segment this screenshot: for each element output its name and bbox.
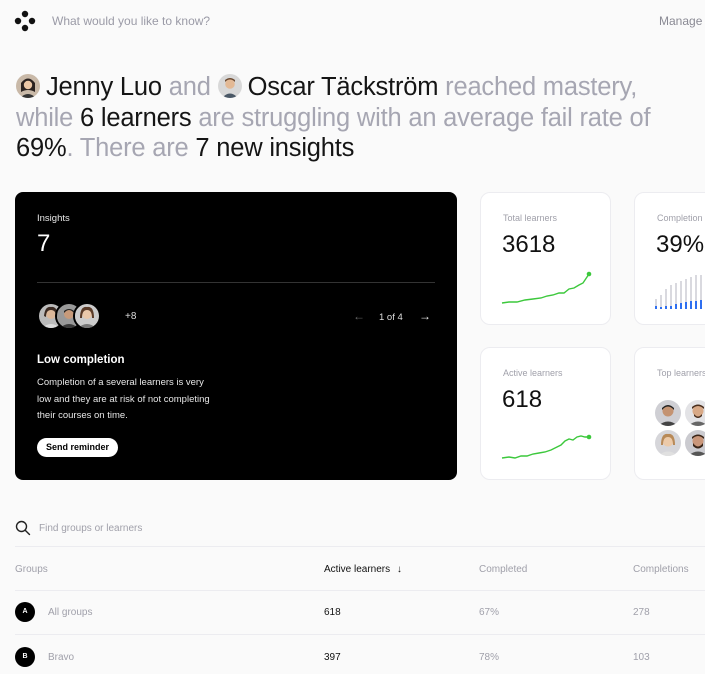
total-learners-label: Total learners xyxy=(503,213,558,223)
completed-cell: 78% xyxy=(479,652,500,663)
column-header-completions[interactable]: Completions xyxy=(633,564,689,575)
insight-title: Low completion xyxy=(37,354,125,366)
search-icon xyxy=(15,520,31,536)
avatar xyxy=(73,302,101,330)
active-learners-cell: 618 xyxy=(324,607,341,618)
more-learners-count: +8 xyxy=(125,311,137,322)
top-learners-card[interactable]: Top learners xyxy=(634,347,705,480)
completions-cell: 278 xyxy=(633,607,650,618)
new-insights-count[interactable]: 7 new insights xyxy=(195,134,354,162)
bar xyxy=(695,301,697,309)
bar xyxy=(690,301,692,309)
person-name-1[interactable]: Jenny Luo xyxy=(46,73,162,101)
divider xyxy=(15,546,705,547)
summary-headline: Jenny Luo and Oscar Täckström reached ma… xyxy=(16,72,696,164)
active-learners-cell: 397 xyxy=(324,652,341,663)
column-header-groups[interactable]: Groups xyxy=(15,564,48,575)
avatar[interactable] xyxy=(685,430,705,456)
headline-while: while xyxy=(16,103,74,132)
column-header-completed[interactable]: Completed xyxy=(479,564,527,575)
sort-arrow-icon: ↓ xyxy=(396,564,402,575)
person-name-2[interactable]: Oscar Täckström xyxy=(248,73,439,101)
completions-cell: 103 xyxy=(633,652,650,663)
bar xyxy=(680,303,682,309)
active-learners-value: 618 xyxy=(502,386,543,413)
struggling-learners-count[interactable]: 6 learners xyxy=(80,104,192,132)
bar xyxy=(655,306,657,309)
active-learners-sparkline xyxy=(501,434,592,459)
headline-and: and xyxy=(168,73,211,101)
table-row[interactable]: B Bravo 397 78% 103 xyxy=(0,635,705,674)
headline-struggling: are struggling with an average fail rate xyxy=(198,103,623,132)
avatar-jenny[interactable] xyxy=(16,74,40,98)
table-row[interactable]: A All groups 618 67% 278 xyxy=(0,591,705,635)
pager-text: 1 of 4 xyxy=(379,312,403,323)
bar xyxy=(700,300,702,309)
prev-arrow-icon[interactable]: ← xyxy=(353,309,365,323)
top-learners-label: Top learners xyxy=(657,368,705,378)
divider xyxy=(37,282,435,283)
completed-cell: 67% xyxy=(479,607,500,618)
bar xyxy=(685,302,687,309)
total-learners-sparkline xyxy=(501,271,592,304)
next-arrow-icon[interactable]: → xyxy=(419,309,431,323)
avatar[interactable] xyxy=(655,430,681,456)
headline-of: of xyxy=(629,103,651,132)
avatar-oscar[interactable] xyxy=(217,74,242,98)
completion-value: 39% xyxy=(656,231,705,258)
completion-bars xyxy=(655,273,705,309)
bar xyxy=(675,304,677,309)
insights-count: 7 xyxy=(37,230,51,257)
avatar[interactable] xyxy=(655,400,681,426)
total-learners-card[interactable]: Total learners 3618 xyxy=(480,192,611,325)
headline-reached: reached mastery, xyxy=(445,73,638,101)
completion-card[interactable]: Completion 39% xyxy=(634,192,705,325)
column-header-label: Active learners xyxy=(324,564,391,575)
group-name: All groups xyxy=(48,607,93,618)
send-reminder-button[interactable]: Send reminder xyxy=(37,438,119,457)
learner-avatars[interactable] xyxy=(37,302,127,330)
insights-card: Insights 7 +8 ← 1 of 4 → Low completion … xyxy=(15,192,457,480)
group-badge: A xyxy=(15,602,35,622)
manage-link[interactable]: Manage xyxy=(659,14,702,28)
group-badge: B xyxy=(15,647,35,667)
active-learners-card[interactable]: Active learners 618 xyxy=(480,347,611,480)
top-bar: What would you like to know? Manage xyxy=(0,0,705,42)
ask-input-placeholder[interactable]: What would you like to know? xyxy=(52,14,210,28)
avatar[interactable] xyxy=(685,400,705,426)
bar xyxy=(665,306,667,309)
completion-label: Completion xyxy=(657,213,703,223)
insight-description: Completion of a several learners is very… xyxy=(37,377,210,421)
top-learners-avatars xyxy=(655,400,705,464)
column-header-active-learners[interactable]: Active learners ↓ xyxy=(324,564,402,575)
bar xyxy=(660,307,662,309)
search-bar xyxy=(15,518,705,540)
logo-icon[interactable] xyxy=(14,10,36,32)
search-input[interactable] xyxy=(39,518,439,538)
bar xyxy=(670,306,672,309)
fail-rate: 69% xyxy=(16,134,67,162)
headline-there-are: . There are xyxy=(66,134,189,162)
insights-label: Insights xyxy=(37,213,70,224)
active-learners-label: Active learners xyxy=(503,368,563,378)
group-name: Bravo xyxy=(48,652,75,663)
total-learners-value: 3618 xyxy=(502,231,556,258)
